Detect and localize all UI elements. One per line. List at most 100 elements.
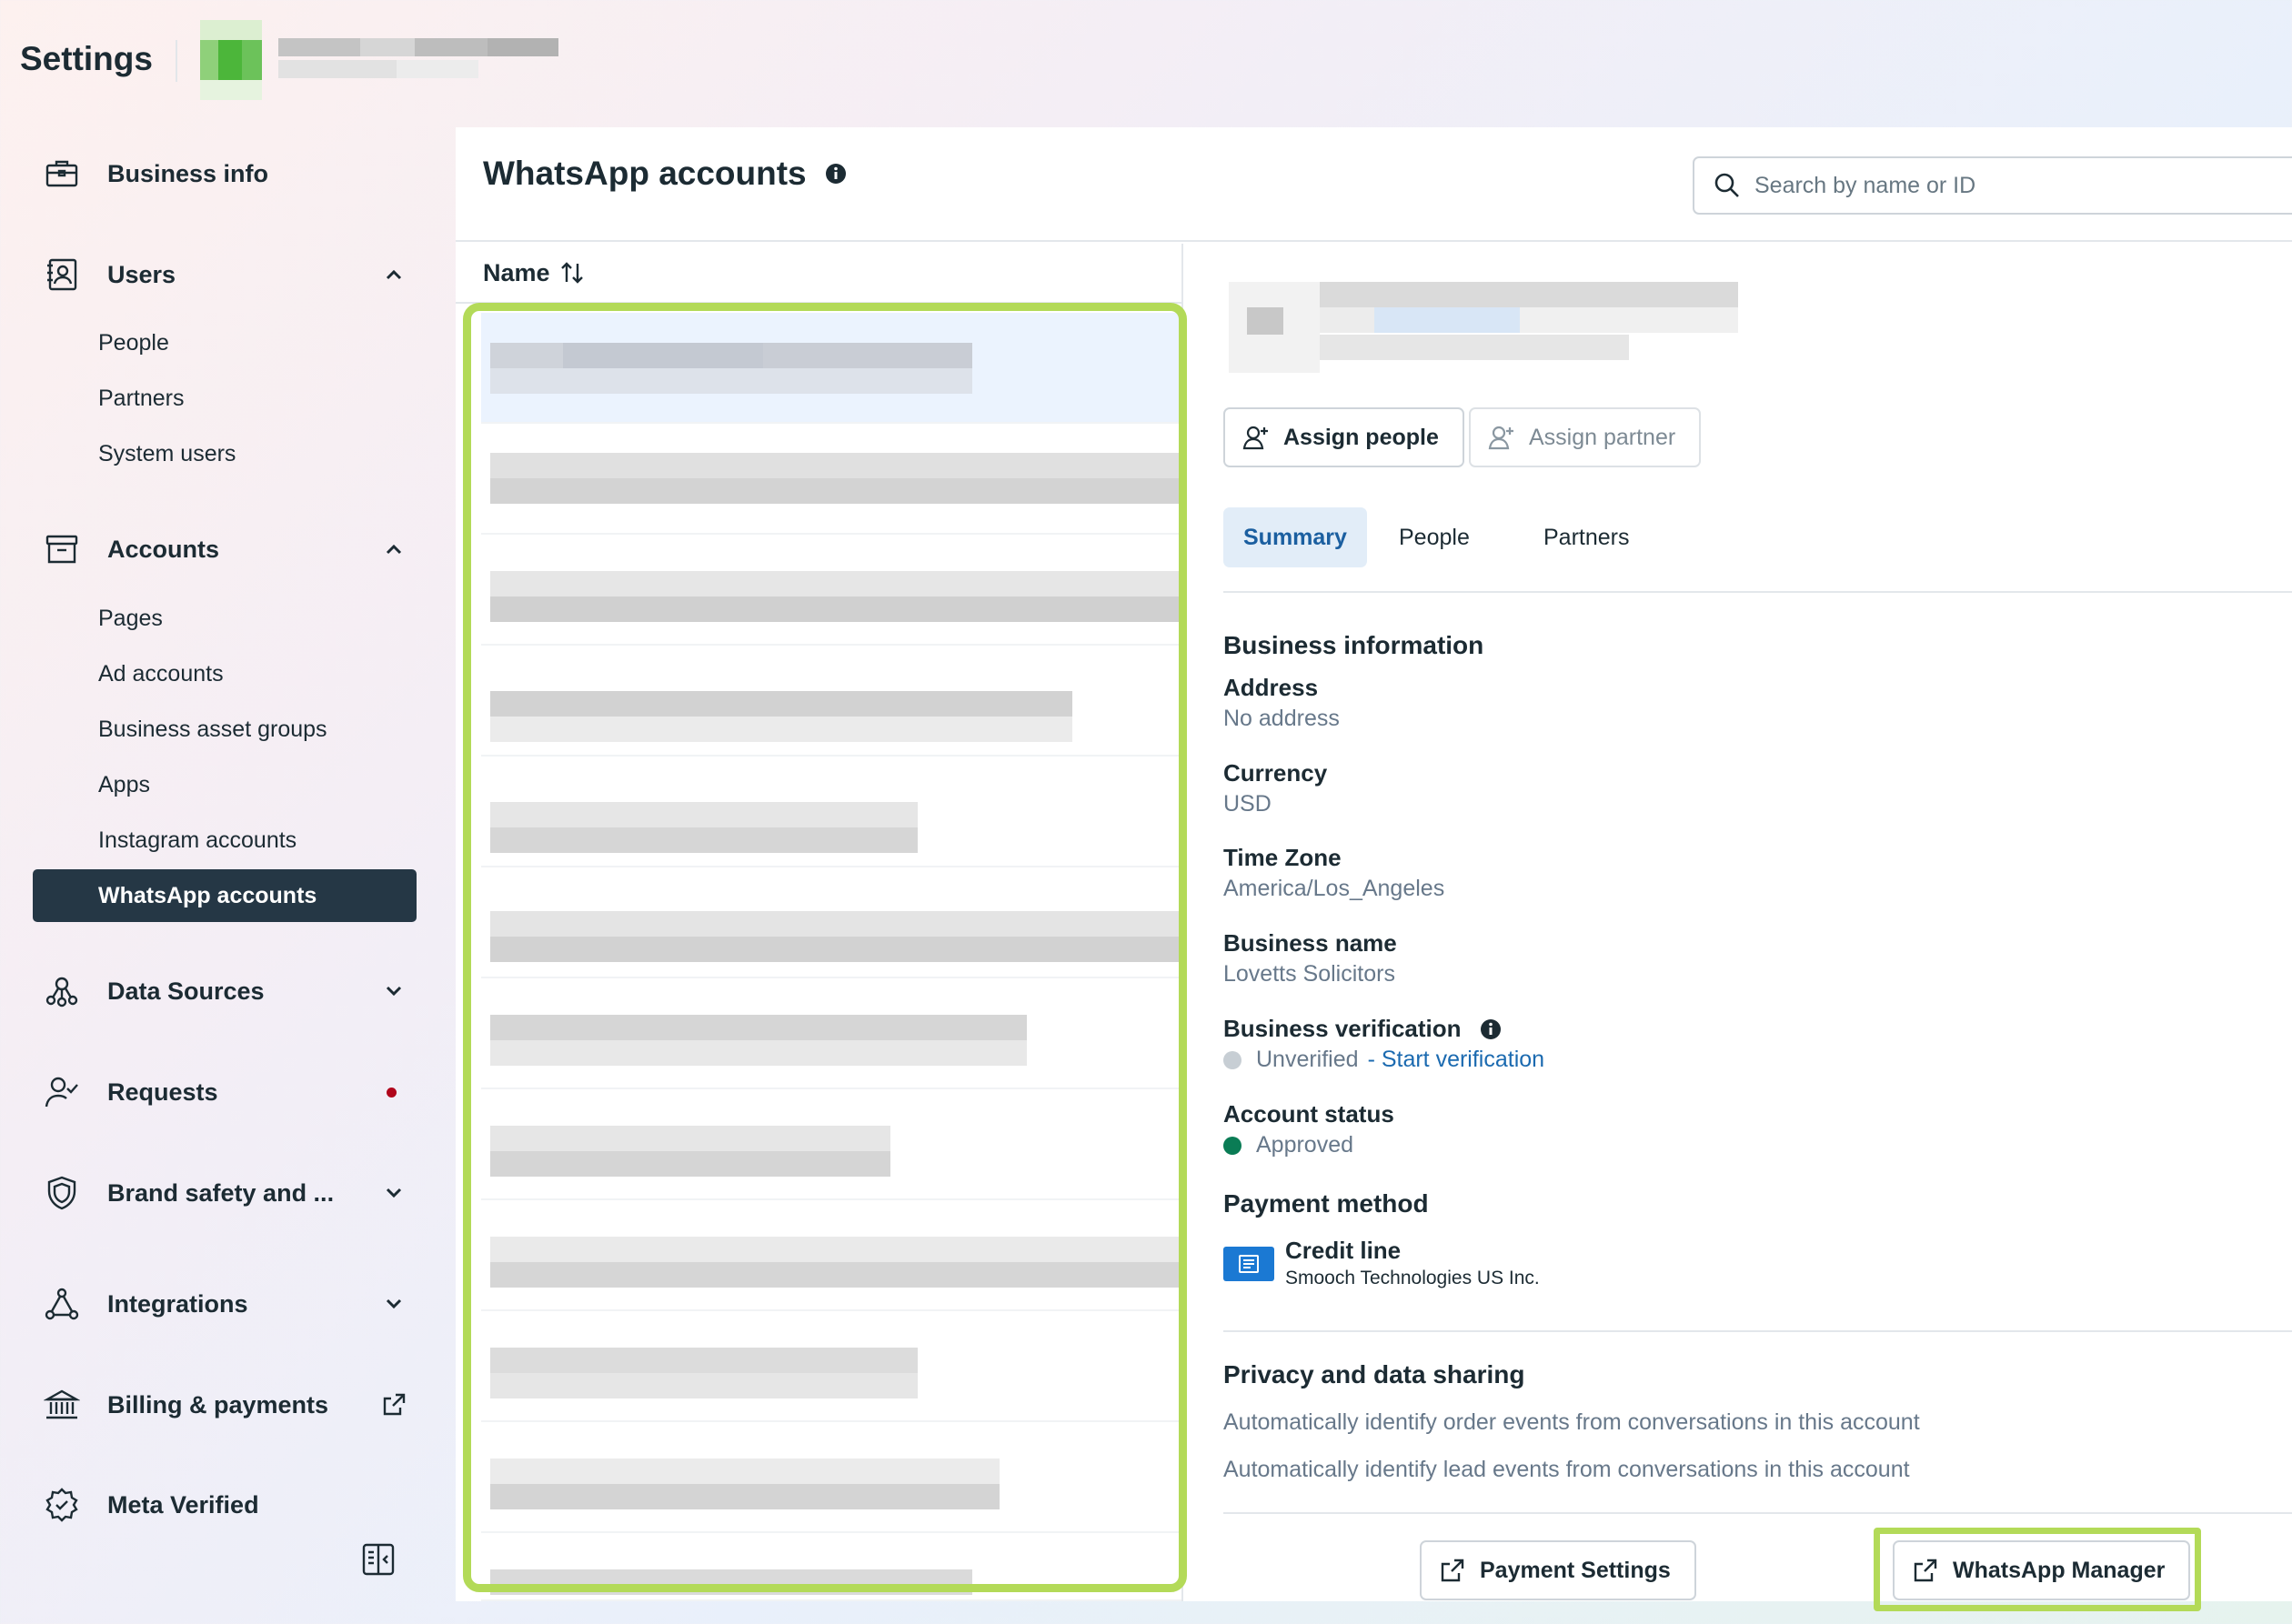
business-name-value: Lovetts Solicitors	[1223, 961, 1395, 987]
redacted-text	[490, 717, 1072, 742]
chevron-down-icon[interactable]	[380, 1179, 407, 1207]
currency-label: Currency	[1223, 759, 1328, 787]
order-events-text: Automatically identify order events from…	[1223, 1409, 1920, 1435]
sidebar-item-label: Requests	[107, 1078, 218, 1106]
add-person-icon	[1242, 426, 1268, 450]
redacted-text	[490, 911, 1181, 937]
account-status-label: Account status	[1223, 1100, 1394, 1128]
list-item[interactable]	[481, 313, 1181, 424]
sidebar-item-accounts[interactable]: Accounts	[44, 524, 407, 575]
sidebar-item-label: Business info	[107, 159, 269, 187]
sidebar-item-users[interactable]: Users	[44, 249, 407, 300]
triangle-nodes-icon	[45, 1288, 79, 1320]
sidebar-item-label: Billing & payments	[107, 1390, 329, 1418]
add-person-icon	[1488, 426, 1513, 450]
sidebar-item-brand-safety[interactable]: Brand safety and ...	[44, 1168, 407, 1218]
search-icon	[1714, 173, 1739, 197]
verification-value: Unverified	[1256, 1047, 1359, 1072]
divider	[1223, 1512, 2292, 1514]
accounts-list: Name	[456, 244, 1183, 1601]
redacted-text	[490, 691, 1072, 717]
sidebar-item-partners[interactable]: Partners	[98, 380, 184, 416]
account-detail: Assign people Assign partner Summary Peo…	[1183, 244, 2292, 1601]
currency-value: USD	[1223, 791, 1272, 817]
sidebar-item-people[interactable]: People	[98, 325, 169, 361]
payment-settings-button[interactable]: Payment Settings	[1420, 1540, 1696, 1600]
redacted-text	[490, 937, 1181, 962]
address-label: Address	[1223, 674, 1319, 701]
section-title: WhatsApp accounts	[483, 155, 847, 193]
sidebar-item-whatsapp-accounts[interactable]: WhatsApp accounts	[33, 869, 417, 922]
list-item[interactable]	[481, 978, 1181, 1089]
page-title: Settings	[20, 40, 153, 77]
sidebar-item-business-asset-groups[interactable]: Business asset groups	[98, 711, 327, 747]
start-verification-link[interactable]: - Start verification	[1368, 1047, 1545, 1073]
status-dot	[1223, 1136, 1242, 1155]
sidebar-item-requests[interactable]: Requests	[44, 1067, 407, 1118]
sort-icon[interactable]	[558, 258, 587, 287]
assign-partner-label: Assign partner	[1529, 424, 1676, 450]
account-status-value: Approved	[1256, 1132, 1354, 1158]
sidebar-item-pages[interactable]: Pages	[98, 600, 163, 637]
account-status: Approved	[1223, 1132, 1353, 1158]
search-box[interactable]	[1693, 156, 2292, 215]
sidebar-item-data-sources[interactable]: Data Sources	[44, 966, 407, 1017]
payment-method-provider: Smooch Technologies US Inc.	[1285, 1268, 1540, 1288]
main-header: WhatsApp accounts	[456, 127, 2292, 242]
tab-partners[interactable]: Partners	[1523, 507, 1649, 567]
chevron-down-icon[interactable]	[380, 977, 407, 1005]
sidebar-item-meta-verified[interactable]: Meta Verified	[44, 1479, 407, 1530]
external-link-icon[interactable]	[380, 1391, 407, 1418]
name-column-label: Name	[483, 258, 550, 286]
list-item[interactable]	[481, 1089, 1181, 1200]
sidebar-item-integrations[interactable]: Integrations	[44, 1278, 407, 1329]
redacted-text	[490, 478, 1181, 504]
whatsapp-manager-button[interactable]: WhatsApp Manager	[1893, 1540, 2191, 1600]
list-item[interactable]	[481, 424, 1181, 535]
list-item[interactable]	[481, 1200, 1181, 1311]
list-item[interactable]	[481, 535, 1181, 646]
info-icon[interactable]	[825, 163, 847, 185]
search-input[interactable]	[1754, 172, 2292, 199]
redacted-text	[490, 827, 918, 853]
sidebar-item-ad-accounts[interactable]: Ad accounts	[98, 656, 224, 692]
sidebar-item-system-users[interactable]: System users	[98, 436, 236, 472]
sidebar-item-apps[interactable]: Apps	[98, 767, 150, 803]
sidebar-item-instagram-accounts[interactable]: Instagram accounts	[98, 822, 297, 858]
tab-summary[interactable]: Summary	[1223, 507, 1367, 567]
tab-people[interactable]: People	[1379, 507, 1490, 567]
chevron-up-icon[interactable]	[380, 261, 407, 288]
person-check-icon	[45, 1077, 78, 1108]
sidebar-item-billing[interactable]: Billing & payments	[44, 1379, 407, 1430]
list-item[interactable]	[481, 757, 1181, 867]
business-verification-label: Business verification	[1223, 1015, 1502, 1043]
business-verification-text: Business verification	[1223, 1015, 1462, 1042]
sidebar-item-label: Data Sources	[107, 977, 265, 1005]
list-item[interactable]	[481, 1311, 1181, 1422]
redacted-text	[490, 1569, 972, 1595]
archive-box-icon	[45, 535, 78, 564]
sidebar: Business info Users People Partners Syst…	[0, 127, 446, 1624]
business-switcher[interactable]	[200, 20, 564, 102]
redacted-text	[490, 1126, 890, 1151]
status-dot	[1223, 1050, 1242, 1069]
list-item[interactable]	[481, 1422, 1181, 1533]
business-avatar	[200, 20, 262, 100]
name-column-header[interactable]: Name	[483, 258, 587, 287]
chevron-up-icon[interactable]	[380, 536, 407, 563]
chevron-down-icon[interactable]	[380, 1290, 407, 1318]
assign-partner-button[interactable]: Assign partner	[1469, 407, 1702, 467]
redacted-text	[490, 1373, 918, 1398]
sidebar-item-label: Brand safety and ...	[107, 1178, 335, 1207]
assign-people-button[interactable]: Assign people	[1223, 407, 1464, 467]
list-item[interactable]	[481, 1533, 1181, 1601]
list-item[interactable]	[481, 646, 1181, 757]
business-name-label: Business name	[1223, 929, 1397, 957]
bank-icon	[44, 1389, 80, 1419]
sidebar-item-label: Users	[107, 260, 176, 288]
list-item[interactable]	[481, 867, 1181, 978]
collapse-sidebar-icon[interactable]	[360, 1541, 397, 1578]
info-icon[interactable]	[1480, 1018, 1502, 1040]
sidebar-item-business-info[interactable]: Business info	[44, 148, 407, 199]
redacted-text	[490, 1348, 918, 1373]
